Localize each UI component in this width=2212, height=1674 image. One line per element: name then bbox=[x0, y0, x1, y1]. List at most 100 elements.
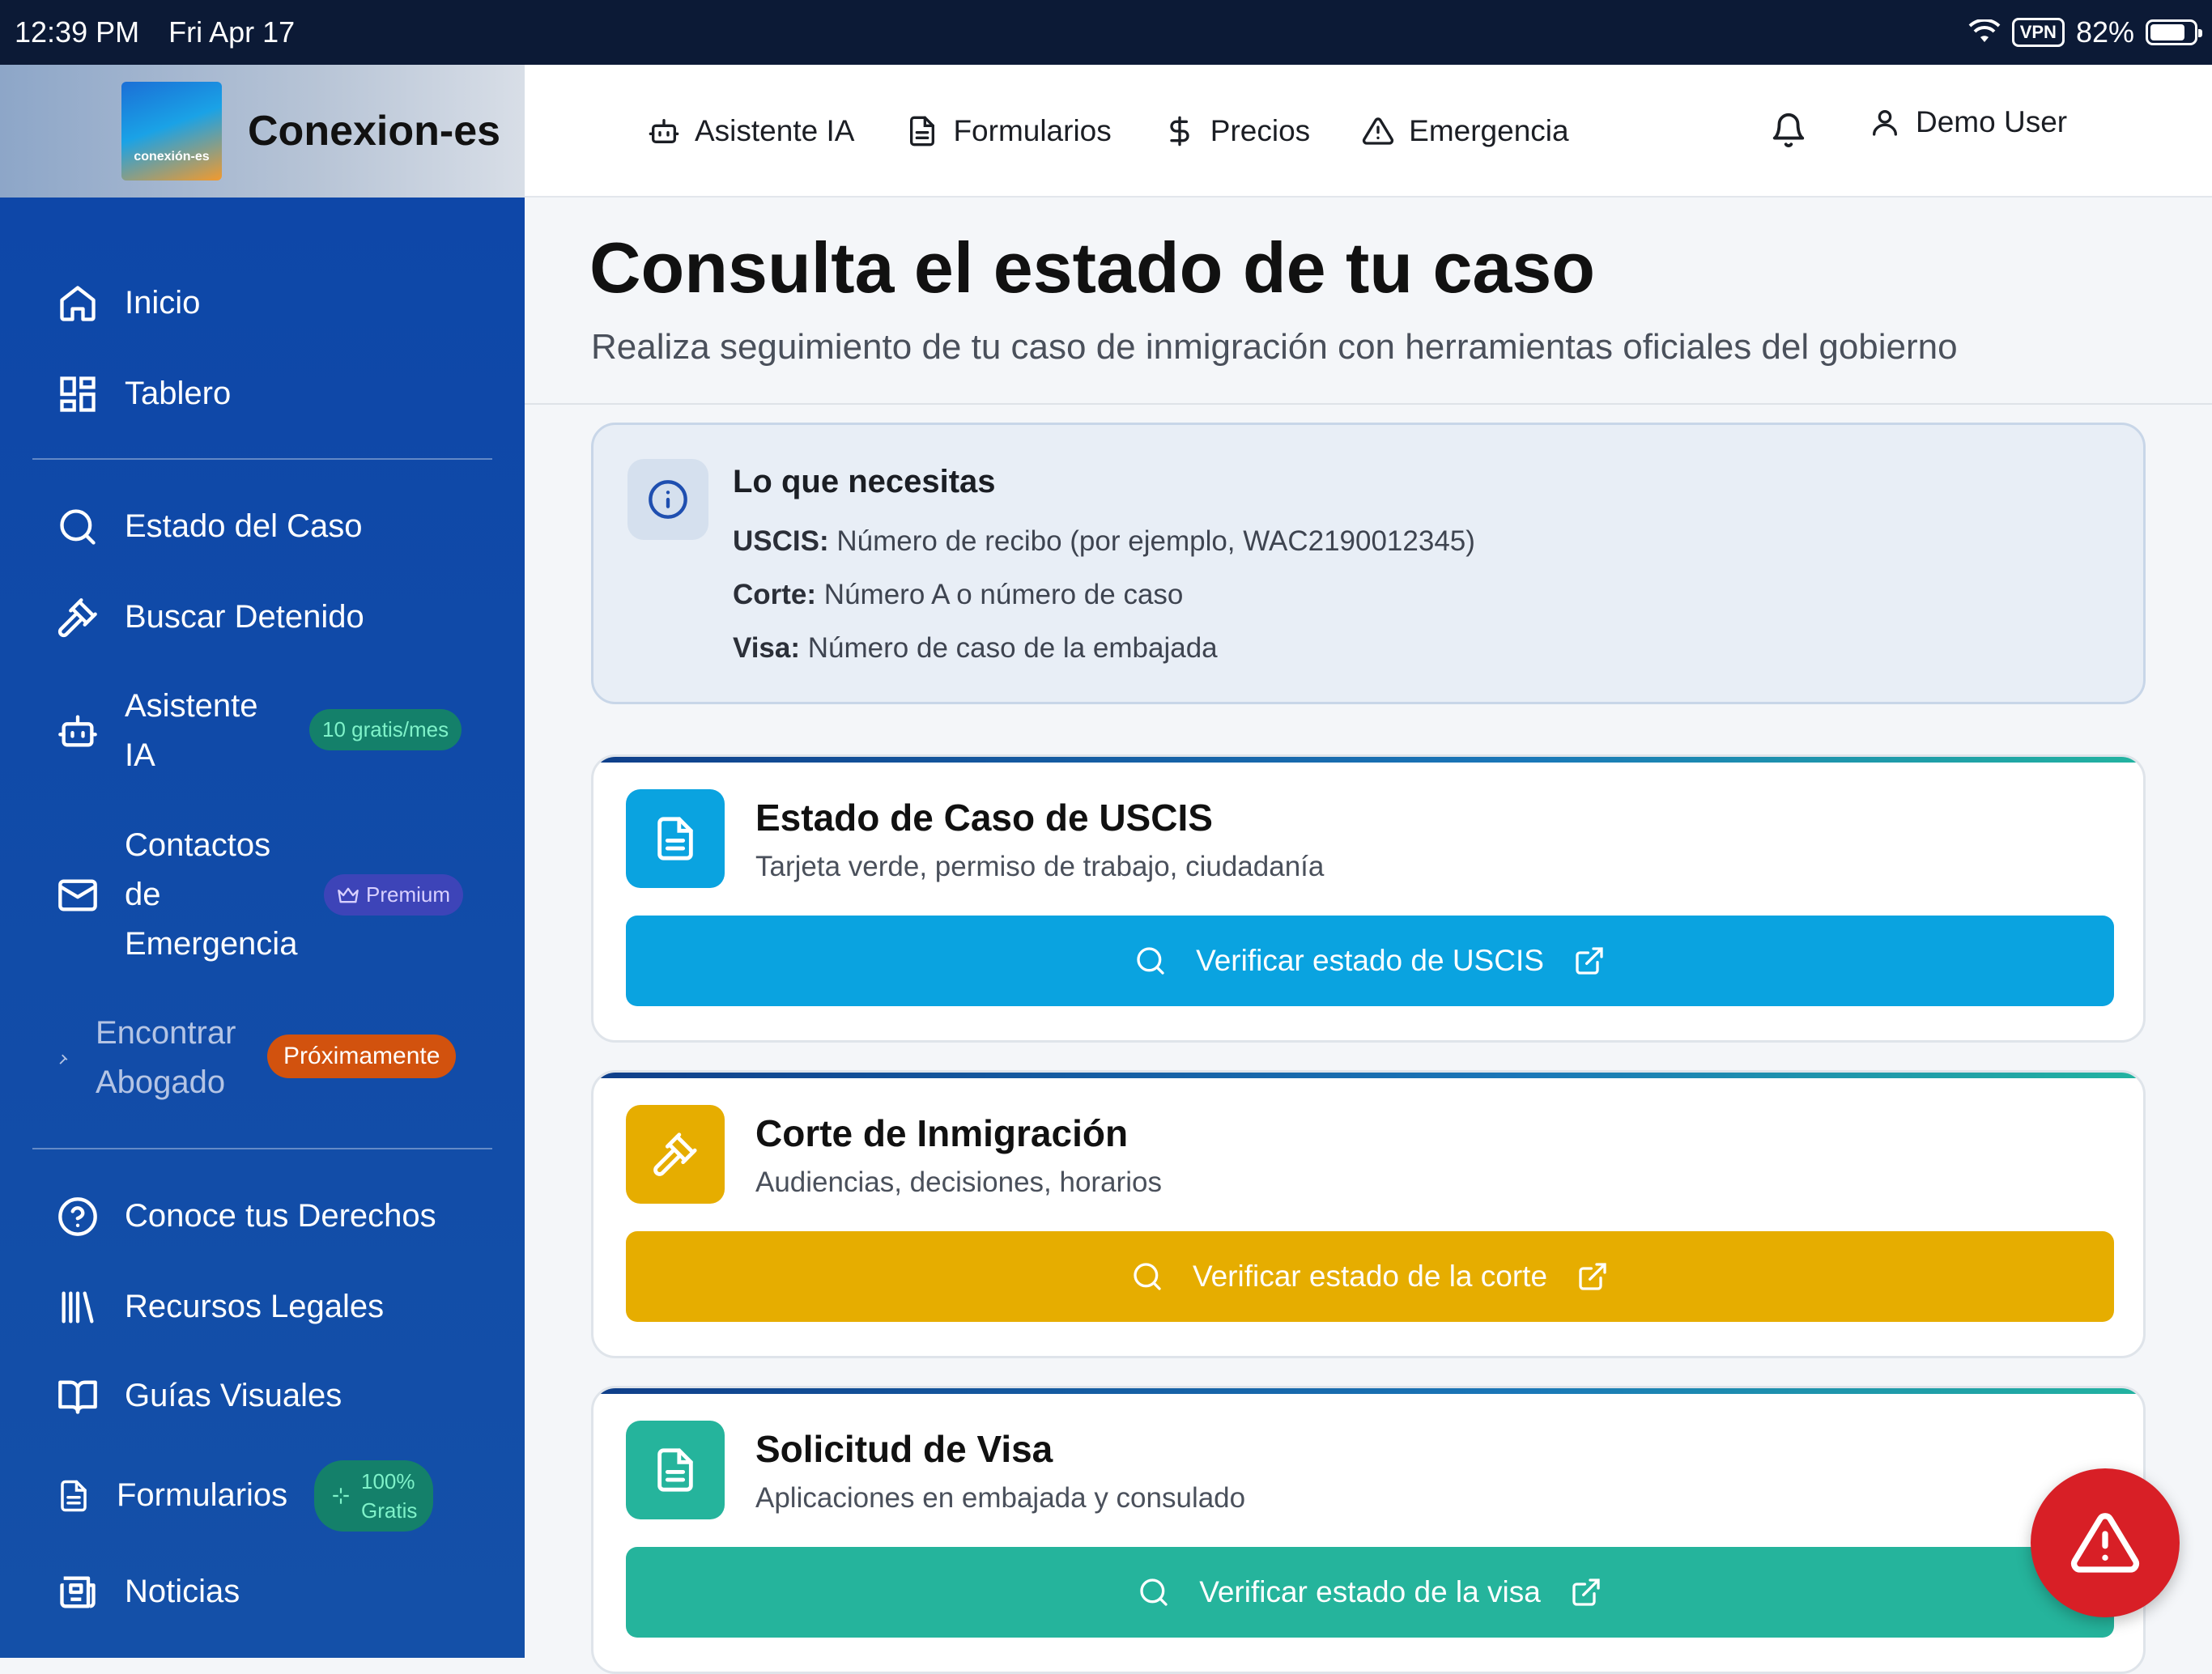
sidebar-item-label: Inicio bbox=[125, 285, 201, 321]
info-icon bbox=[649, 480, 687, 519]
user-icon bbox=[1873, 110, 1897, 136]
battery-icon bbox=[2146, 19, 2202, 45]
sidebar-divider bbox=[32, 1148, 492, 1149]
free-badge-line: Gratis bbox=[361, 1498, 418, 1523]
nav-emergencia[interactable]: Emergencia bbox=[1362, 114, 1569, 148]
user-name: Demo User bbox=[1916, 105, 2068, 138]
requirement-text: Número de caso de la embajada bbox=[807, 632, 1218, 664]
requirement-corte: Corte: Número A o número de caso bbox=[733, 579, 1183, 611]
sidebar-item-inicio[interactable]: Inicio bbox=[57, 278, 200, 328]
nav-label: Precios bbox=[1210, 114, 1311, 147]
mail-icon bbox=[58, 879, 97, 911]
gavel-icon bbox=[57, 597, 97, 637]
sidebar-item-estado[interactable]: Estado del Caso bbox=[57, 502, 363, 551]
requirement-label: Corte: bbox=[733, 579, 817, 610]
card-icon-wrap bbox=[626, 1105, 725, 1204]
external-link-icon bbox=[1572, 1578, 1600, 1606]
nav-asistente-ia[interactable]: Asistente IA bbox=[648, 114, 854, 148]
card-accent bbox=[593, 1388, 2143, 1394]
document-icon bbox=[61, 1480, 87, 1511]
premium-badge: Premium bbox=[324, 874, 464, 916]
sidebar-item-noticias[interactable]: Noticias bbox=[57, 1567, 240, 1617]
sidebar-item-label: Estado del Caso bbox=[125, 508, 363, 544]
bell-icon[interactable] bbox=[1770, 112, 1807, 149]
status-bar: 12:39 PM Fri Apr 17 VPN 82% bbox=[0, 0, 2212, 65]
free-badge: 100% Gratis bbox=[314, 1460, 434, 1532]
card-title: Estado de Caso de USCIS bbox=[755, 797, 1213, 839]
requirement-label: Visa: bbox=[733, 632, 801, 664]
card-title: Solicitud de Visa bbox=[755, 1428, 1053, 1470]
dollar-icon bbox=[1170, 116, 1189, 147]
requirement-text: Número A o número de caso bbox=[823, 579, 1184, 610]
sidebar-item-guias[interactable]: Guías Visuales bbox=[57, 1371, 342, 1421]
wifi-icon bbox=[1968, 19, 2001, 42]
requirements-box: Lo que necesitas USCIS: Número de recibo… bbox=[591, 423, 2146, 704]
free-quota-badge: 10 gratis/mes bbox=[309, 709, 462, 750]
card-accent bbox=[593, 757, 2143, 763]
brand-name: Conexion-es bbox=[248, 108, 501, 155]
nav-precios[interactable]: Precios bbox=[1163, 114, 1310, 148]
card-title: Corte de Inmigración bbox=[755, 1112, 1129, 1154]
logo-text: conexión-es bbox=[134, 150, 210, 164]
external-link-icon bbox=[1579, 1263, 1606, 1290]
status-date: Fri Apr 17 bbox=[168, 15, 296, 49]
warning-icon bbox=[2070, 1513, 2140, 1573]
sidebar-item-label: Contactos de Emergencia bbox=[125, 827, 298, 962]
document-icon bbox=[657, 817, 693, 860]
card-subtitle: Audiencias, decisiones, horarios bbox=[755, 1166, 1162, 1198]
robot-icon bbox=[58, 715, 97, 747]
top-header: conexión-es Conexion-es Asistente IA For… bbox=[0, 65, 2212, 198]
sidebar: Inicio Tablero Estado del Caso Buscar De… bbox=[0, 198, 525, 1658]
visa-card: Solicitud de Visa Aplicaciones en embaja… bbox=[591, 1386, 2146, 1674]
library-icon bbox=[62, 1291, 94, 1323]
court-card: Corte de Inmigración Audiencias, decisio… bbox=[591, 1070, 2146, 1358]
nav-label: Asistente IA bbox=[695, 114, 855, 147]
sidebar-item-asistente[interactable]: Asistente IA bbox=[57, 682, 270, 780]
sidebar-item-derechos[interactable]: Conoce tus Derechos bbox=[57, 1192, 436, 1241]
check-uscis-button[interactable]: Verificar estado de USCIS bbox=[626, 916, 2114, 1006]
newspaper-icon bbox=[60, 1576, 96, 1608]
requirement-visa: Visa: Número de caso de la embajada bbox=[733, 632, 1218, 665]
sidebar-item-label: Conoce tus Derechos bbox=[125, 1198, 436, 1234]
sidebar-item-formularios[interactable]: Formularios bbox=[57, 1471, 287, 1520]
coming-soon-badge: Próximamente bbox=[267, 1035, 457, 1078]
nav-formularios[interactable]: Formularios bbox=[906, 114, 1112, 148]
button-label: Verificar estado de la corte bbox=[1192, 1260, 1548, 1293]
sidebar-item-detenido[interactable]: Buscar Detenido bbox=[57, 593, 364, 642]
check-visa-button[interactable]: Verificar estado de la visa bbox=[626, 1547, 2114, 1638]
robot-icon bbox=[649, 119, 679, 143]
sidebar-item-contactos[interactable]: Contactos de Emergencia bbox=[57, 821, 303, 969]
card-accent bbox=[593, 1073, 2143, 1078]
button-label: Verificar estado de la visa bbox=[1199, 1575, 1541, 1608]
sidebar-item-recursos[interactable]: Recursos Legales bbox=[57, 1282, 384, 1332]
document-icon bbox=[910, 116, 935, 147]
check-court-button[interactable]: Verificar estado de la corte bbox=[626, 1231, 2114, 1322]
sidebar-item-label: Guías Visuales bbox=[125, 1378, 342, 1413]
card-subtitle: Aplicaciones en embajada y consulado bbox=[755, 1482, 1246, 1514]
help-circle-icon bbox=[58, 1196, 97, 1236]
card-subtitle: Tarjeta verde, permiso de trabajo, ciuda… bbox=[755, 851, 1325, 882]
main-content: Consulta el estado de tu caso Realiza se… bbox=[525, 198, 2212, 1674]
button-label: Verificar estado de USCIS bbox=[1196, 944, 1544, 977]
search-icon bbox=[60, 508, 96, 545]
external-link-icon bbox=[1576, 947, 1603, 975]
requirement-label: USCIS: bbox=[733, 525, 829, 557]
sidebar-item-label: Noticias bbox=[125, 1574, 240, 1609]
sparkle-icon bbox=[333, 1488, 349, 1504]
sidebar-item-tablero[interactable]: Tablero bbox=[57, 369, 231, 418]
warning-icon bbox=[1363, 117, 1394, 145]
battery-percent: 82% bbox=[2075, 15, 2134, 49]
vpn-badge: VPN bbox=[2011, 18, 2065, 47]
brand[interactable]: conexión-es Conexion-es bbox=[0, 65, 525, 198]
uscis-card: Estado de Caso de USCIS Tarjeta verde, p… bbox=[591, 754, 2146, 1043]
card-icon-wrap bbox=[626, 1421, 725, 1519]
emergency-fab[interactable] bbox=[2031, 1468, 2180, 1617]
page-title: Consulta el estado de tu caso bbox=[589, 227, 1596, 308]
info-icon-wrap bbox=[627, 459, 708, 540]
requirement-uscis: USCIS: Número de recibo (por ejemplo, WA… bbox=[733, 525, 1475, 558]
sidebar-divider bbox=[32, 458, 492, 460]
page-subtitle: Realiza seguimiento de tu caso de inmigr… bbox=[591, 327, 1958, 367]
user-menu[interactable]: Demo User bbox=[1869, 105, 2067, 139]
nav-label: Emergencia bbox=[1409, 114, 1569, 147]
nav-label: Formularios bbox=[953, 114, 1112, 147]
